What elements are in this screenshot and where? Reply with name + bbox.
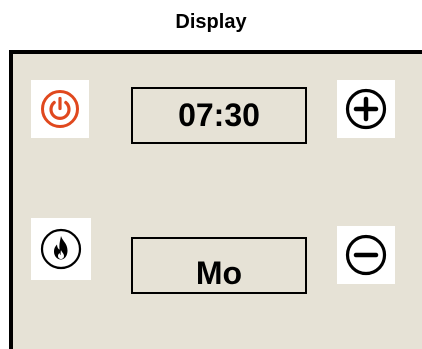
power-button[interactable]: [31, 80, 89, 138]
time-display: 07:30: [131, 87, 307, 144]
flame-button[interactable]: [31, 218, 91, 280]
page-title: Display: [175, 11, 247, 33]
day-display: Mo: [131, 237, 307, 294]
flame-icon: [40, 228, 82, 270]
increase-button[interactable]: [337, 80, 395, 138]
decrease-button[interactable]: [337, 226, 395, 284]
power-icon: [41, 90, 79, 128]
plus-icon: [345, 88, 387, 130]
time-value: 07:30: [178, 97, 260, 133]
control-panel: 07:30 Mo: [9, 50, 422, 349]
minus-icon: [345, 234, 387, 276]
day-value: Mo: [195, 255, 243, 291]
